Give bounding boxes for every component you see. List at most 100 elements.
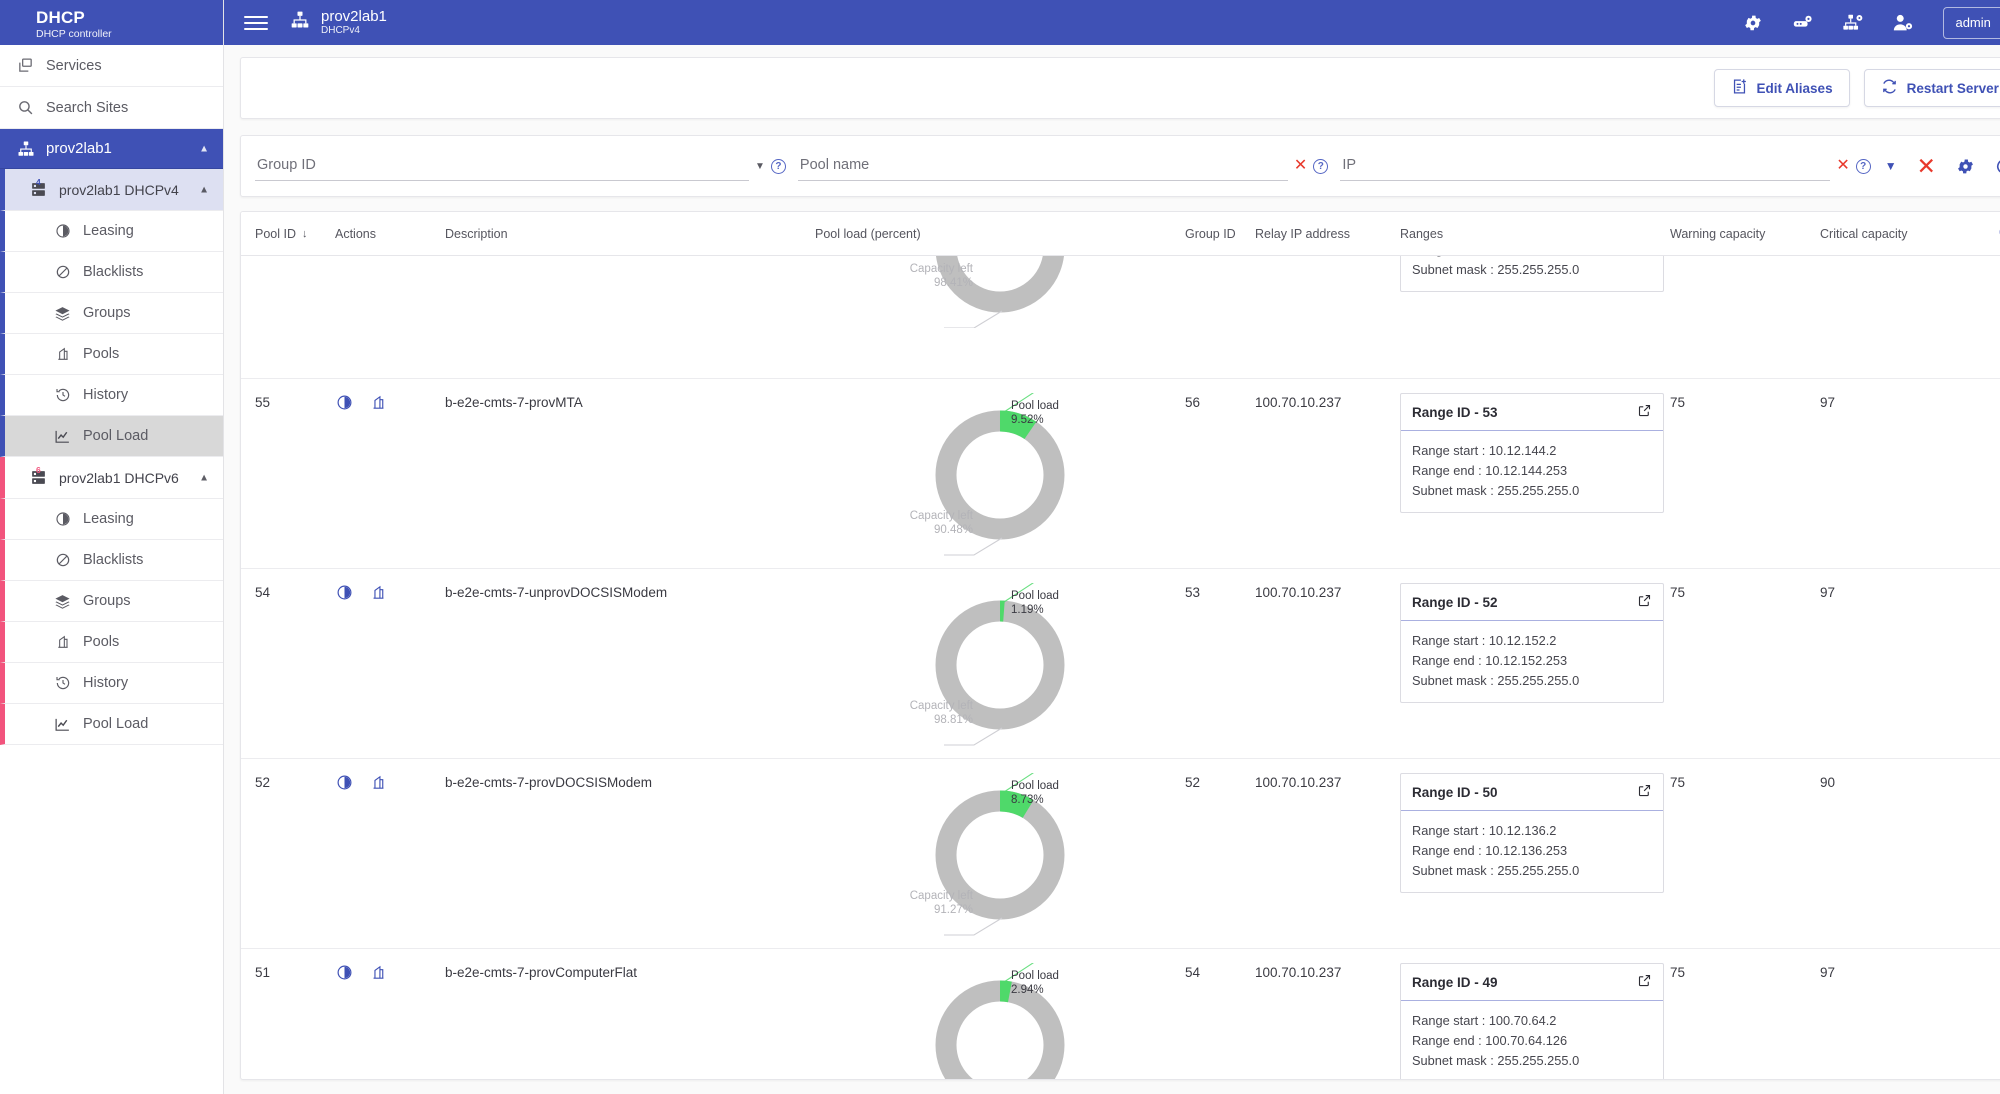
sidebar-item-v6-leasing[interactable]: Leasing (0, 499, 223, 540)
table-row[interactable]: 52 b-e2e-cmts-7-provDOCSISModem Pool loa… (241, 759, 2000, 949)
help-icon[interactable]: ? (1855, 158, 1871, 174)
main-area: prov2lab1 DHCPv4 admin Edit Aliases Rest… (224, 0, 2000, 1094)
services-icon (16, 56, 35, 75)
sidebar-item-services[interactable]: Services (0, 45, 223, 87)
ip-filter: ✕ ? ▼ (1334, 151, 1902, 181)
chevron-up-icon[interactable]: ▲ (199, 143, 209, 154)
chevron-down-icon[interactable]: ▼ (755, 161, 765, 172)
sidebar-item-server-dhcpv4[interactable]: 4 prov2lab1 DHCPv4 ▲ (0, 169, 223, 211)
subnet-mask: Subnet mask : 255.255.255.0 (1412, 482, 1580, 498)
range-card-header: Range ID - 49 (1401, 964, 1663, 1001)
sidebar-item-site-prov2lab1[interactable]: prov2lab1 ▲ (0, 129, 223, 169)
cell-ranges: Range start : 10.12.190.2 Range end : 10… (1400, 256, 1670, 293)
leasing-action-icon[interactable] (335, 963, 353, 981)
table-body[interactable]: 1.59% Capacity left 98.41% Range start :… (241, 256, 2000, 1079)
subnet-mask: Subnet mask : 255.255.255.0 (1412, 862, 1580, 878)
pool-action-icon[interactable] (369, 773, 387, 791)
table-row[interactable]: 55 b-e2e-cmts-7-provMTA Pool load 9.52% (241, 379, 2000, 569)
subnet-mask: Subnet mask : 255.255.255.0 (1412, 261, 1580, 277)
help-icon[interactable]: ? (1313, 158, 1329, 174)
label: Pools (83, 634, 120, 650)
cell-group-id: 54 (1185, 965, 1201, 980)
sidebar-item-v4-groups[interactable]: Groups (0, 293, 223, 334)
table-row[interactable]: 51 b-e2e-cmts-7-provComputerFlat Pool lo… (241, 949, 2000, 1079)
dhcp-app: DHCP DHCP controller Services Search Sit… (0, 0, 2000, 1094)
range-card: Range start : 10.12.190.2 Range end : 10… (1400, 256, 1664, 293)
leasing-action-icon[interactable] (335, 773, 353, 791)
header-warning-capacity[interactable]: Warning capacity (1670, 227, 1820, 241)
cell-ranges: Range ID - 53 Range start : 10.12.144.2 … (1400, 393, 1670, 514)
sidebar-item-v4-blacklists[interactable]: Blacklists (0, 252, 223, 293)
sidebar-item-v4-leasing[interactable]: Leasing (0, 211, 223, 252)
group-id-input[interactable] (255, 151, 749, 181)
refresh-table-icon[interactable] (1995, 157, 2000, 176)
clear-pool-name-icon[interactable]: ✕ (1294, 158, 1307, 174)
admin-logout-button[interactable]: admin (1943, 6, 2000, 39)
capacity-left-label: Capacity left 98.41% (910, 262, 973, 291)
range-start: Range start : 10.12.144.2 (1412, 443, 1557, 458)
header-pool-id[interactable]: Pool ID ↓ (255, 227, 335, 241)
header-group-id[interactable]: Group ID (1185, 227, 1255, 241)
help-icon[interactable]: ? (770, 158, 786, 174)
header-critical-capacity[interactable]: Critical capacity (1820, 227, 1950, 241)
ip-input[interactable] (1340, 151, 1831, 181)
sidebar-item-v6-blacklists[interactable]: Blacklists (0, 540, 223, 581)
subnet-mask: Subnet mask : 255.255.255.0 (1412, 672, 1580, 688)
menu-toggle-icon[interactable] (244, 11, 268, 35)
edit-aliases-button[interactable]: Edit Aliases (1713, 69, 1850, 107)
filter-settings-gear-icon[interactable] (1956, 157, 1975, 176)
sidebar-item-v4-pool-load[interactable]: Pool Load (0, 416, 223, 457)
blacklist-icon (53, 551, 72, 570)
external-link-icon[interactable] (1637, 593, 1652, 611)
clear-ip-icon[interactable]: ✕ (1836, 158, 1849, 174)
external-link-icon[interactable] (1637, 973, 1652, 991)
cell-description: b-e2e-cmts-7-provMTA (445, 395, 583, 410)
cell-critical-capacity: 97 (1820, 965, 1836, 980)
cell-critical-capacity: 90 (1820, 775, 1836, 790)
leasing-action-icon[interactable] (335, 583, 353, 601)
external-link-icon[interactable] (1637, 783, 1652, 801)
leasing-action-icon[interactable] (335, 393, 353, 411)
external-link-icon[interactable] (1637, 403, 1652, 421)
sidebar-item-search-sites[interactable]: Search Sites (0, 87, 223, 129)
pool-load-donut-chart: 1.59% Capacity left 98.41% (815, 256, 1185, 368)
restart-server-button[interactable]: Restart Server (1863, 69, 2000, 107)
search-icon (16, 98, 35, 117)
sidebar-item-v6-pool-load[interactable]: Pool Load (0, 704, 223, 745)
label: Leasing (83, 511, 134, 527)
chevron-up-icon[interactable]: ▲ (199, 184, 209, 195)
sidebar-item-server-dhcpv6[interactable]: 6 prov2lab1 DHCPv6 ▲ (0, 457, 223, 499)
header-label: Ranges (1400, 226, 1444, 241)
range-id-label: Range ID - 53 (1412, 404, 1498, 420)
sidebar-item-v4-history[interactable]: History (0, 375, 223, 416)
range-card: Range ID - 53 Range start : 10.12.144.2 … (1400, 393, 1664, 514)
sort-desc-icon: ↓ (302, 227, 308, 240)
chevron-up-icon[interactable]: ▲ (199, 472, 209, 483)
header-description[interactable]: Description (445, 227, 815, 241)
header-label: Warning capacity (1670, 226, 1766, 241)
range-card-body: Range start : 10.12.190.2 Range end : 10… (1401, 256, 1663, 291)
clear-all-filters-icon[interactable]: ✕ (1917, 154, 1936, 178)
range-card-header: Range ID - 53 (1401, 394, 1663, 431)
gear-icon[interactable] (1741, 11, 1765, 35)
pool-load-label: Pool load 9.52% (1011, 399, 1059, 428)
sidebar-item-v6-pools[interactable]: Pools (0, 622, 223, 663)
sidebar-item-v6-groups[interactable]: Groups (0, 581, 223, 622)
pool-action-icon[interactable] (369, 583, 387, 601)
sidebar-item-v6-history[interactable]: History (0, 663, 223, 704)
cell-actions (335, 583, 445, 601)
cell-pool-id: 51 (255, 965, 271, 980)
table-row[interactable]: 54 b-e2e-cmts-7-unprovDOCSISModem Pool l… (241, 569, 2000, 759)
action-toolbar: Edit Aliases Restart Server (240, 57, 2000, 119)
header-relay-ip[interactable]: Relay IP address (1255, 227, 1400, 241)
sidebar-item-v4-pools[interactable]: Pools (0, 334, 223, 375)
pool-name-input[interactable] (797, 151, 1288, 181)
server-settings-icon[interactable] (1791, 11, 1815, 35)
pool-action-icon[interactable] (369, 963, 387, 981)
expand-filters-icon[interactable]: ▼ (1885, 159, 1897, 173)
network-settings-icon[interactable] (1841, 11, 1865, 35)
user-settings-icon[interactable] (1891, 11, 1915, 35)
pool-action-icon[interactable] (369, 393, 387, 411)
pool-load-icon (53, 715, 72, 734)
table-row[interactable]: 1.59% Capacity left 98.41% Range start :… (241, 256, 2000, 379)
